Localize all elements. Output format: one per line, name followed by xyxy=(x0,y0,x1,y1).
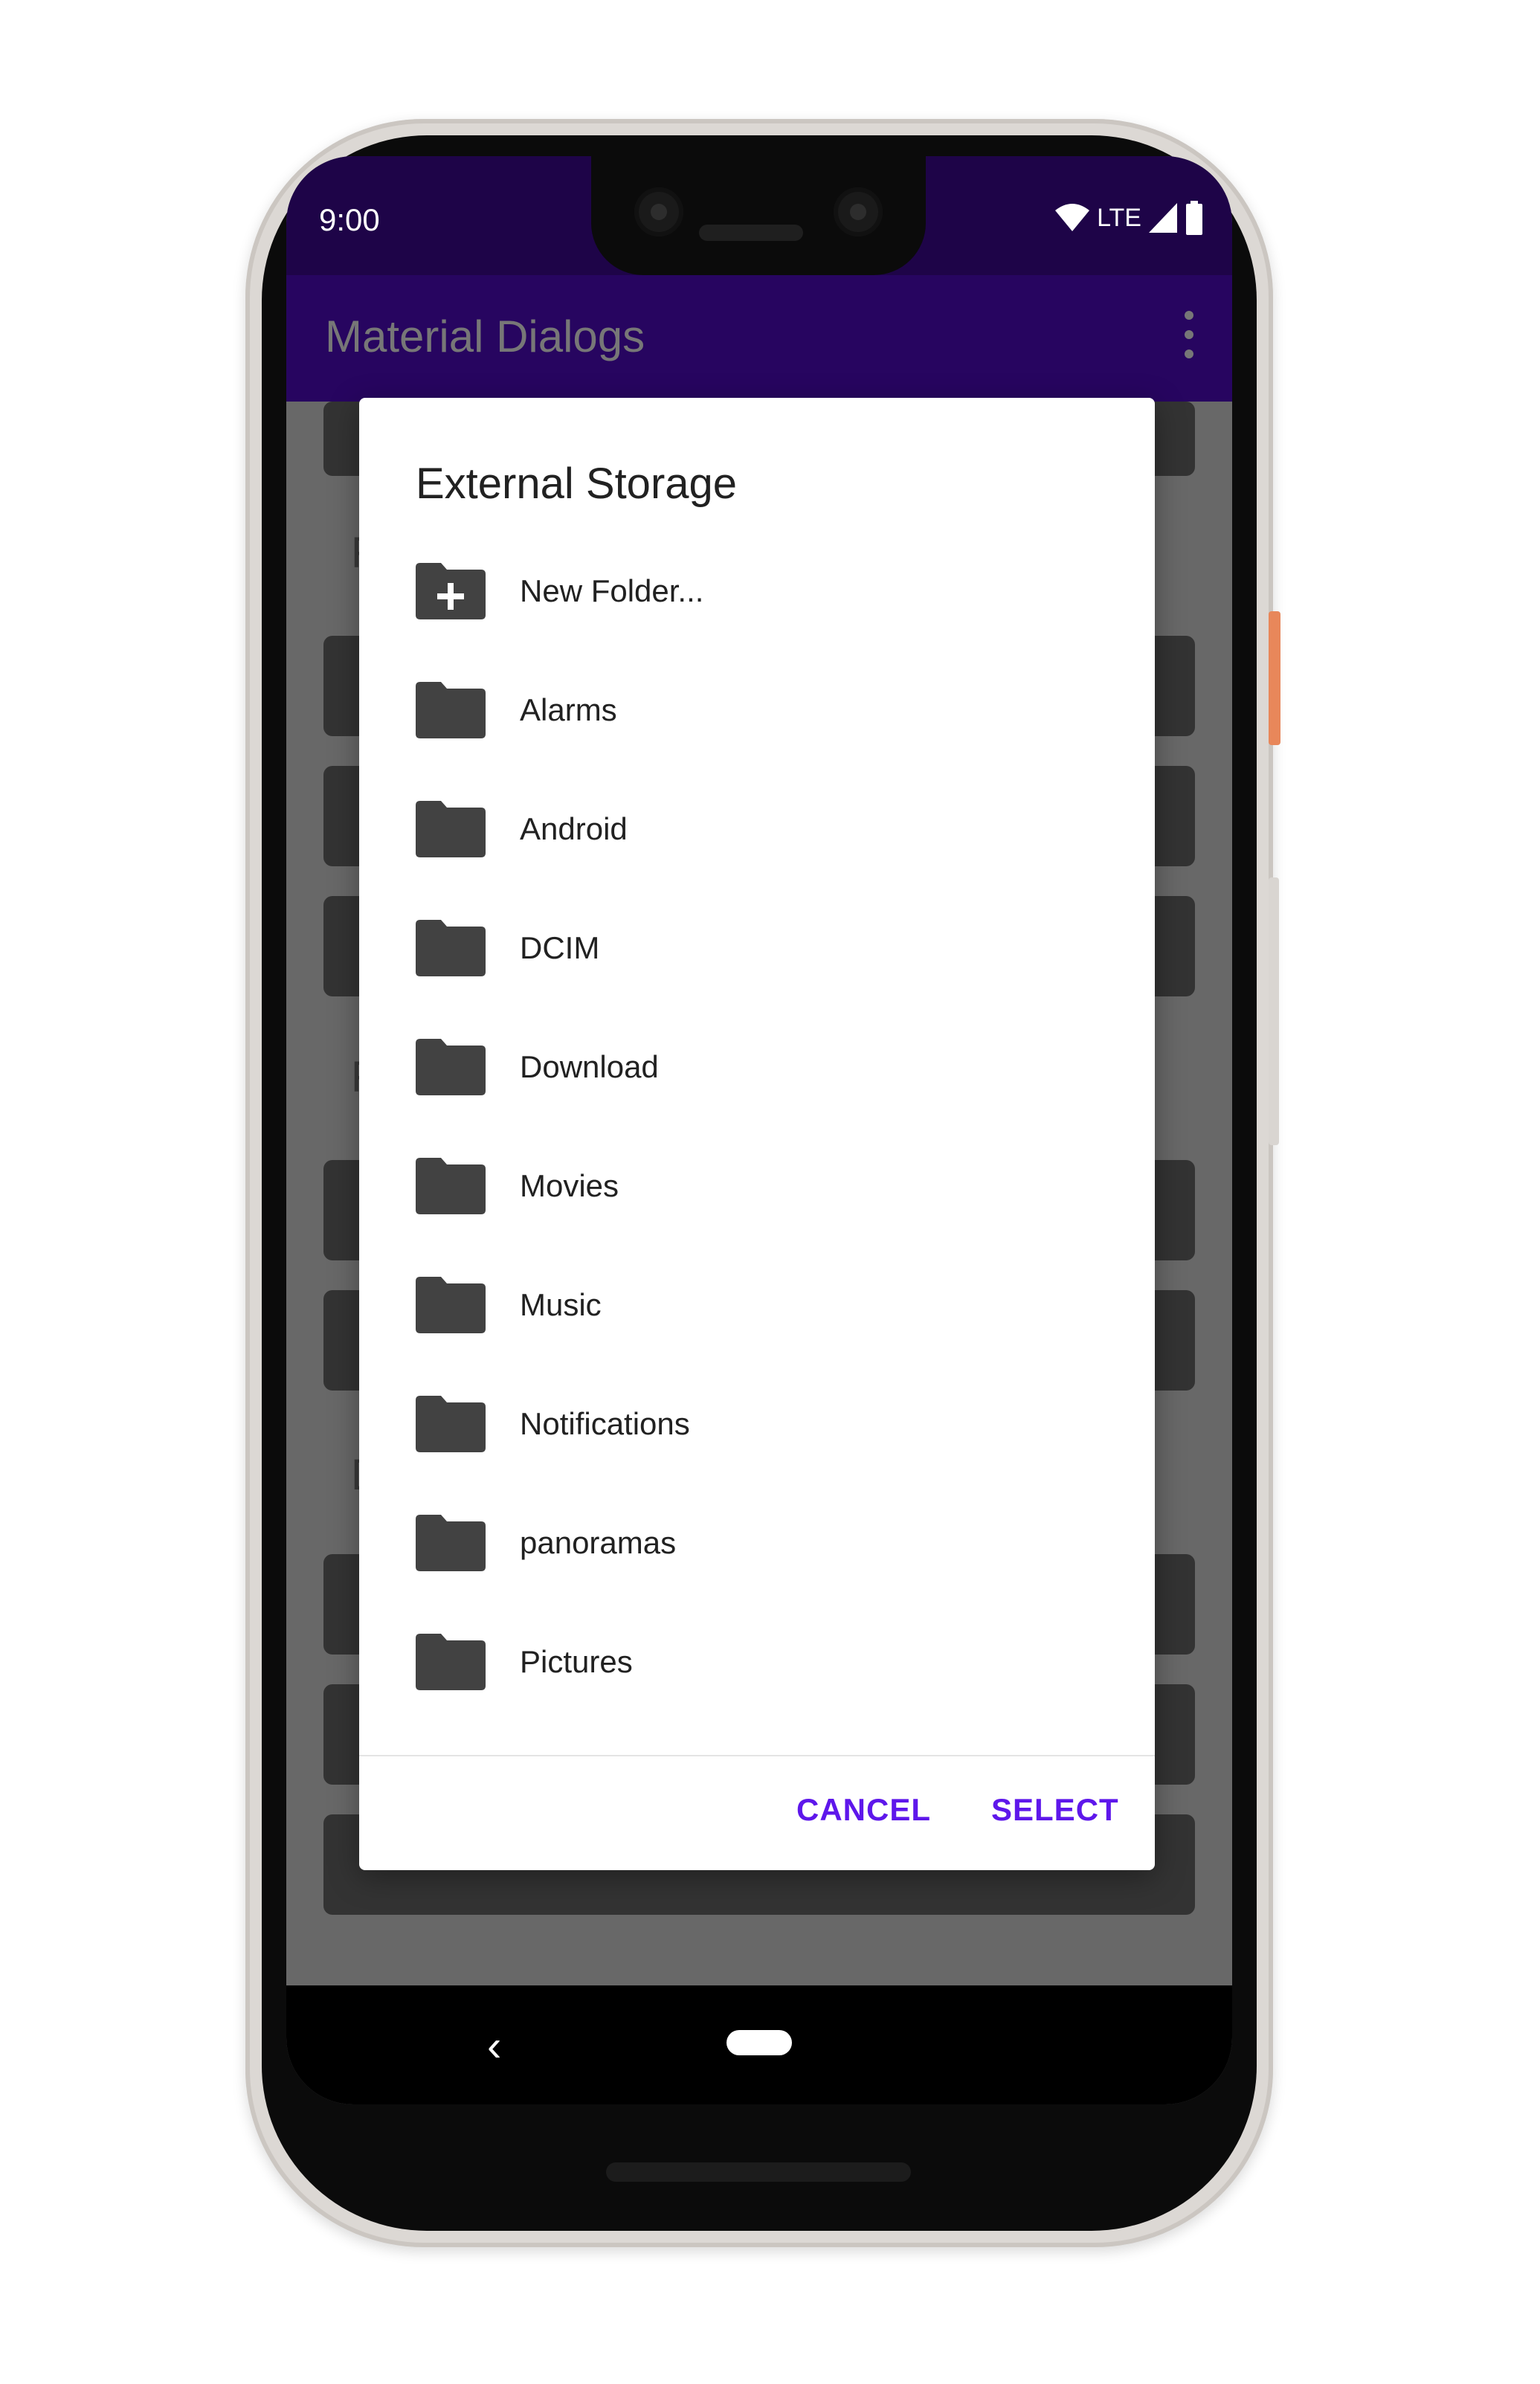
list-item-folder[interactable]: Pictures xyxy=(359,1602,1155,1721)
list-item-label: Pictures xyxy=(520,1644,633,1679)
list-item-folder[interactable]: DCIM xyxy=(359,889,1155,1008)
list-item-folder[interactable]: Notifications xyxy=(359,1365,1155,1483)
dialog-divider xyxy=(359,1755,1155,1756)
device-screen: 9:00 LTE Material Dialogs F F D DATETIME… xyxy=(286,156,1232,2104)
folder-icon xyxy=(416,1396,486,1452)
list-item-folder[interactable]: Alarms xyxy=(359,651,1155,770)
earpiece xyxy=(699,225,803,241)
list-item-label: DCIM xyxy=(520,930,600,965)
volume-button xyxy=(1269,877,1279,1145)
network-type-label: LTE xyxy=(1097,203,1141,232)
home-pill-icon[interactable] xyxy=(726,2030,792,2055)
folder-icon xyxy=(416,920,486,976)
more-vert-icon[interactable] xyxy=(1182,311,1196,367)
power-button xyxy=(1269,611,1280,745)
list-item-folder[interactable]: Download xyxy=(359,1008,1155,1127)
select-button[interactable]: SELECT xyxy=(991,1792,1119,1828)
list-item-folder[interactable]: Movies xyxy=(359,1127,1155,1246)
list-item-folder[interactable]: panoramas xyxy=(359,1483,1155,1602)
folder-icon xyxy=(416,1039,486,1095)
list-item-label: panoramas xyxy=(520,1525,677,1560)
front-camera-right xyxy=(834,187,883,236)
front-camera-left xyxy=(634,187,683,236)
list-item-label: Notifications xyxy=(520,1406,690,1441)
folder-icon xyxy=(416,682,486,738)
app-title: Material Dialogs xyxy=(325,312,645,361)
back-icon[interactable]: ‹ xyxy=(487,2021,501,2071)
list-item-label: Music xyxy=(520,1287,602,1322)
camera-notch xyxy=(591,156,926,275)
navigation-bar: ‹ xyxy=(286,1985,1232,2104)
list-item-label: Android xyxy=(520,811,628,846)
folder-icon xyxy=(416,801,486,857)
folder-list: New Folder... Alarms Android DCIM Downlo… xyxy=(359,532,1155,1721)
battery-icon xyxy=(1186,201,1202,235)
list-item-label: New Folder... xyxy=(520,573,704,608)
wifi-icon xyxy=(1055,204,1090,231)
speaker-grille xyxy=(606,2162,911,2182)
dialog-title: External Storage xyxy=(416,460,738,508)
cancel-button[interactable]: CANCEL xyxy=(796,1792,931,1828)
app-bar: Material Dialogs xyxy=(286,275,1232,402)
folder-icon xyxy=(416,1277,486,1333)
list-item-label: Alarms xyxy=(520,692,617,727)
list-item-folder[interactable]: Android xyxy=(359,770,1155,889)
list-item-label: Movies xyxy=(520,1168,619,1203)
folder-icon xyxy=(416,1158,486,1214)
list-item-label: Download xyxy=(520,1049,659,1084)
status-time: 9:00 xyxy=(319,202,380,237)
list-item-folder[interactable]: Music xyxy=(359,1246,1155,1365)
folder-icon xyxy=(416,1515,486,1571)
folder-chooser-dialog: External Storage New Folder... Alarms An… xyxy=(359,398,1155,1870)
list-item-new-folder[interactable]: New Folder... xyxy=(359,532,1155,651)
status-icons: LTE xyxy=(1055,199,1204,236)
folder-icon xyxy=(416,1634,486,1690)
signal-icon xyxy=(1149,203,1177,233)
create-new-folder-icon xyxy=(416,563,486,619)
